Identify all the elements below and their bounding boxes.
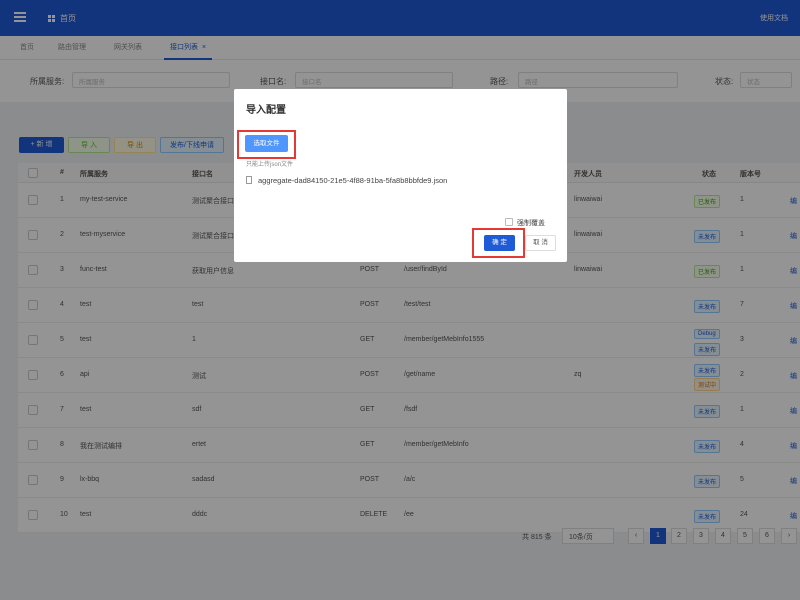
- force-overwrite-checkbox[interactable]: [505, 218, 513, 226]
- upload-hint: 只能上传json文件: [246, 162, 294, 168]
- force-overwrite-label: 强制覆盖: [517, 220, 545, 227]
- select-file-button[interactable]: 选取文件: [245, 135, 288, 152]
- document-icon: [246, 176, 252, 184]
- force-overwrite-option[interactable]: 强制覆盖: [505, 218, 545, 228]
- import-config-dialog: 导入配置 选取文件 只能上传json文件 aggregate-dad84150-…: [234, 89, 567, 262]
- uploaded-file-item[interactable]: aggregate-dad84150-21e5-4f88-91ba-5fa8b8…: [246, 176, 447, 185]
- dialog-title: 导入配置: [246, 105, 286, 116]
- file-name: aggregate-dad84150-21e5-4f88-91ba-5fa8b8…: [258, 176, 448, 185]
- confirm-button[interactable]: 确 定: [484, 235, 515, 251]
- cancel-button[interactable]: 取 消: [525, 235, 556, 251]
